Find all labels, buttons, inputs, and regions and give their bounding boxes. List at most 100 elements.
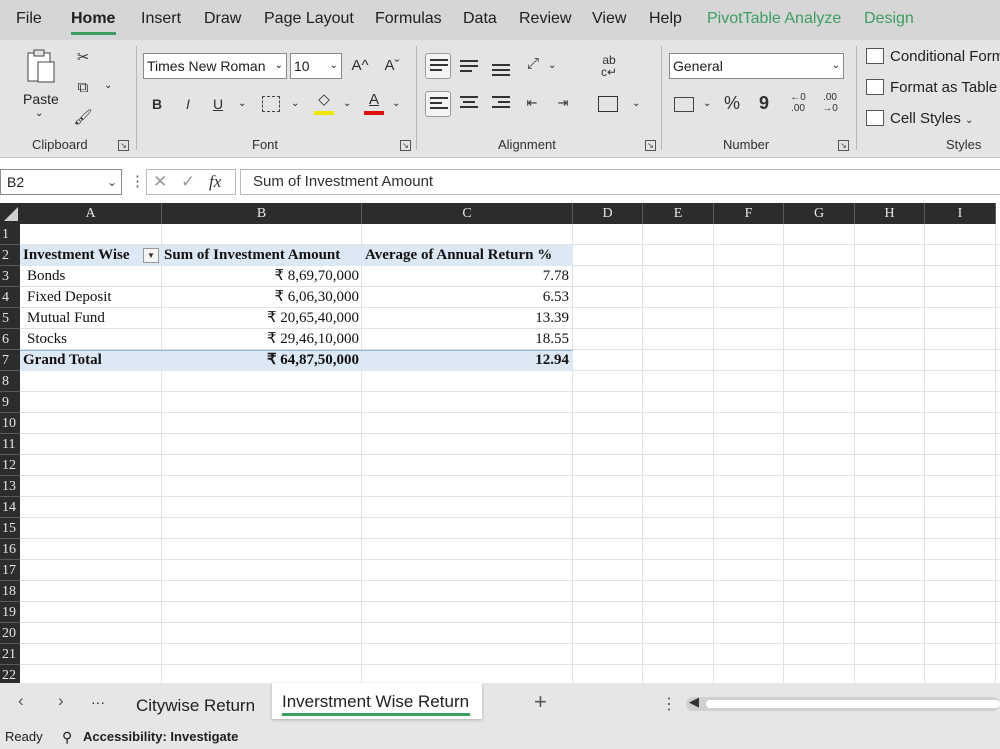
menu-view[interactable]: View xyxy=(592,10,626,28)
font-color-icon[interactable]: A xyxy=(364,90,384,110)
row-header[interactable]: 9 xyxy=(0,392,20,413)
row-header[interactable]: 2 xyxy=(0,245,20,266)
top-align-icon[interactable] xyxy=(425,53,451,79)
pivot-grand-total-label[interactable]: Grand Total xyxy=(23,350,102,371)
paste-label[interactable]: Paste xyxy=(23,91,59,107)
pivot-average-value[interactable]: 18.55 xyxy=(362,329,569,350)
menu-review[interactable]: Review xyxy=(519,10,571,28)
increase-decimal-icon[interactable]: ←0.00 xyxy=(786,92,810,114)
number-format-select[interactable]: General ⌄ xyxy=(669,53,844,79)
row-header[interactable]: 8 xyxy=(0,371,20,392)
accounting-format-icon[interactable] xyxy=(674,97,694,112)
column-header-b[interactable]: B xyxy=(162,203,362,224)
font-size-select[interactable]: 10 ⌄ xyxy=(290,53,342,79)
fill-color-icon[interactable]: ◇ xyxy=(314,90,334,110)
pivot-header-sum[interactable]: Sum of Investment Amount xyxy=(164,245,340,266)
clipboard-launcher-icon[interactable]: ↘ xyxy=(118,140,129,151)
pivot-row-label[interactable]: Mutual Fund xyxy=(27,308,105,329)
font-launcher-icon[interactable]: ↘ xyxy=(400,140,411,151)
column-header-d[interactable]: D xyxy=(573,203,643,224)
paste-dropdown-icon[interactable]: ⌄ xyxy=(35,108,43,119)
pivot-sum-value[interactable]: ₹ 29,46,10,000 xyxy=(162,329,359,350)
tab-splitter-icon[interactable]: ⋮ xyxy=(661,694,677,714)
fill-dropdown-icon[interactable]: ⌄ xyxy=(343,98,351,109)
underline-button[interactable]: U xyxy=(211,94,225,114)
filter-dropdown-icon[interactable]: ▼ xyxy=(143,248,159,263)
middle-align-icon[interactable] xyxy=(460,58,478,72)
orientation-icon[interactable]: ⤢ xyxy=(522,54,544,74)
borders-dropdown-icon[interactable]: ⌄ xyxy=(291,98,299,109)
more-options-icon[interactable]: ⋮ xyxy=(130,172,145,190)
row-header[interactable]: 19 xyxy=(0,602,20,623)
column-header-f[interactable]: F xyxy=(714,203,784,224)
row-header[interactable]: 20 xyxy=(0,623,20,644)
format-painter-icon[interactable]: 🖌 xyxy=(72,108,94,128)
comma-style-button[interactable]: 9 xyxy=(756,93,772,113)
menu-draw[interactable]: Draw xyxy=(204,10,241,28)
column-header-c[interactable]: C xyxy=(362,203,573,224)
column-header-e[interactable]: E xyxy=(643,203,714,224)
pivot-sum-value[interactable]: ₹ 8,69,70,000 xyxy=(162,266,359,287)
column-header-i[interactable]: I xyxy=(925,203,996,224)
pivot-sum-value[interactable]: ₹ 20,65,40,000 xyxy=(162,308,359,329)
copy-icon[interactable]: ⧉ xyxy=(72,78,94,98)
orientation-dropdown-icon[interactable]: ⌄ xyxy=(548,60,556,71)
select-all-button[interactable] xyxy=(0,203,20,224)
row-header[interactable]: 15 xyxy=(0,518,20,539)
enter-icon[interactable]: ✓ xyxy=(181,170,195,194)
tab-citywise-return[interactable]: Citywise Return xyxy=(136,696,255,716)
row-header[interactable]: 3 xyxy=(0,266,20,287)
menu-formulas[interactable]: Formulas xyxy=(375,10,442,28)
accessibility-status[interactable]: Accessibility: Investigate xyxy=(83,725,238,749)
horizontal-scrollbar[interactable]: ◀ xyxy=(686,694,1000,711)
wrap-text-icon[interactable]: ab c↵ xyxy=(598,54,620,78)
pivot-sum-value[interactable]: ₹ 6,06,30,000 xyxy=(162,287,359,308)
grow-font-icon[interactable]: A^ xyxy=(350,56,370,76)
menu-pivottable-analyze[interactable]: PivotTable Analyze xyxy=(707,10,841,28)
pivot-grand-total-average[interactable]: 12.94 xyxy=(362,350,569,371)
align-right-icon[interactable] xyxy=(492,96,510,110)
insert-function-icon[interactable]: fx xyxy=(209,170,221,194)
align-left-icon[interactable] xyxy=(425,91,451,117)
pivot-row-label[interactable]: Stocks xyxy=(27,329,67,350)
underline-dropdown-icon[interactable]: ⌄ xyxy=(238,98,246,109)
decrease-indent-icon[interactable]: ⇤ xyxy=(521,93,543,113)
menu-file[interactable]: File xyxy=(16,10,42,28)
more-sheets-icon[interactable]: ··· xyxy=(91,694,105,710)
menu-design[interactable]: Design xyxy=(864,10,914,28)
increase-indent-icon[interactable]: ⇥ xyxy=(552,93,574,113)
row-header[interactable]: 6 xyxy=(0,329,20,350)
cell-styles-button[interactable]: Cell Styles ⌄ xyxy=(866,110,973,127)
row-header[interactable]: 1 xyxy=(0,224,20,245)
accessibility-icon[interactable]: ⚲ xyxy=(62,725,72,749)
accounting-dropdown-icon[interactable]: ⌄ xyxy=(703,98,711,109)
decrease-decimal-icon[interactable]: .00 →0 xyxy=(818,92,842,114)
pivot-header-row-label[interactable]: Investment Wise xyxy=(23,245,130,266)
align-center-icon[interactable] xyxy=(460,96,478,110)
menu-page-layout[interactable]: Page Layout xyxy=(264,10,354,28)
cancel-icon[interactable]: ✕ xyxy=(153,170,167,194)
percent-style-button[interactable]: % xyxy=(721,93,743,113)
menu-home[interactable]: Home xyxy=(71,10,115,28)
pivot-row-label[interactable]: Bonds xyxy=(27,266,65,287)
row-header[interactable]: 4 xyxy=(0,287,20,308)
scrollbar-thumb[interactable] xyxy=(706,700,1000,708)
copy-dropdown-icon[interactable]: ⌄ xyxy=(104,80,112,91)
row-header[interactable]: 14 xyxy=(0,497,20,518)
merge-dropdown-icon[interactable]: ⌄ xyxy=(632,98,640,109)
menu-data[interactable]: Data xyxy=(463,10,497,28)
column-header-a[interactable]: A xyxy=(20,203,162,224)
row-header[interactable]: 17 xyxy=(0,560,20,581)
prev-sheet-icon[interactable]: ‹ xyxy=(18,691,24,711)
menu-help[interactable]: Help xyxy=(649,10,682,28)
conditional-formatting-button[interactable]: Conditional Form xyxy=(866,48,1000,65)
pivot-header-average[interactable]: Average of Annual Return % xyxy=(365,245,552,266)
pivot-row-label[interactable]: Fixed Deposit xyxy=(27,287,112,308)
paste-icon[interactable] xyxy=(26,48,58,86)
pivot-average-value[interactable]: 6.53 xyxy=(362,287,569,308)
active-sheet-tab[interactable]: Inverstment Wise Return xyxy=(272,683,482,719)
column-header-h[interactable]: H xyxy=(855,203,925,224)
row-header[interactable]: 10 xyxy=(0,413,20,434)
scroll-left-icon[interactable]: ◀ xyxy=(689,694,699,710)
number-launcher-icon[interactable]: ↘ xyxy=(838,140,849,151)
